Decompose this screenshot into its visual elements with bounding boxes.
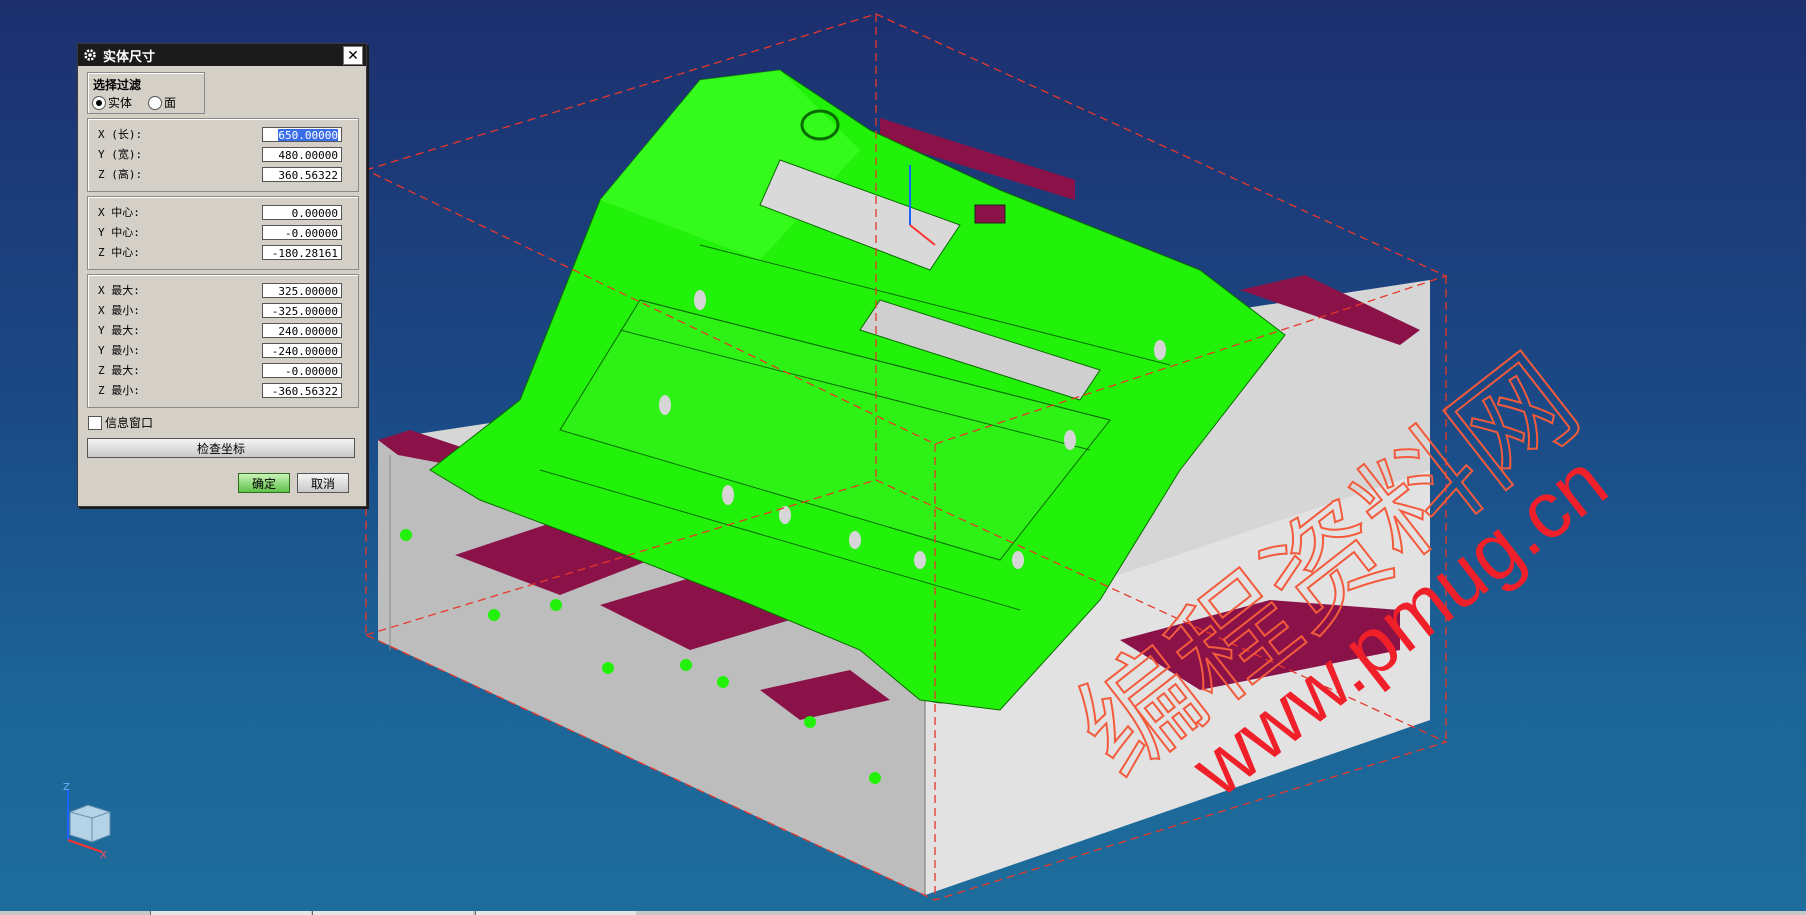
solid-dimensions-dialog: 实体尺寸 ✕ 选择过滤 实体 面 X (长): 650.00000 Y (宽):… bbox=[77, 43, 367, 507]
size-y-label: Y (宽): bbox=[98, 148, 143, 161]
y-min-field[interactable]: -240.00000 bbox=[262, 342, 342, 358]
y-max-field[interactable]: 240.00000 bbox=[262, 322, 342, 338]
triad-z-label: Z bbox=[63, 782, 70, 793]
radio-solid-dot[interactable] bbox=[92, 95, 106, 110]
size-z-field[interactable]: 360.56322 bbox=[262, 166, 342, 182]
dialog-title: 实体尺寸 bbox=[103, 49, 156, 65]
tab-3[interactable] bbox=[475, 911, 636, 915]
view-triad-icon[interactable]: Z X bbox=[63, 782, 111, 861]
x-min-label: X 最小: bbox=[98, 304, 140, 317]
radio-face-label: 面 bbox=[164, 96, 177, 110]
size-x-field[interactable]: 650.00000 bbox=[262, 126, 342, 142]
info-window-checkbox-box[interactable] bbox=[88, 415, 102, 430]
size-y-row: Y (宽): 480.00000 bbox=[98, 144, 350, 164]
cancel-button[interactable]: 取消 bbox=[297, 473, 349, 493]
center-x-label: X 中心: bbox=[98, 206, 140, 219]
radio-solid[interactable]: 实体 bbox=[92, 94, 132, 111]
x-max-row: X 最大: 325.00000 bbox=[98, 280, 350, 300]
selection-filter-title: 选择过滤 bbox=[93, 78, 142, 92]
center-y-row: Y 中心: -0.00000 bbox=[98, 222, 350, 242]
z-min-field[interactable]: -360.56322 bbox=[262, 382, 342, 398]
center-z-row: Z 中心: -180.28161 bbox=[98, 242, 350, 262]
x-max-label: X 最大: bbox=[98, 284, 140, 297]
y-max-label: Y 最大: bbox=[98, 324, 140, 337]
center-y-field[interactable]: -0.00000 bbox=[262, 224, 342, 240]
z-max-label: Z 最大: bbox=[98, 364, 140, 377]
dialog-titlebar[interactable]: 实体尺寸 ✕ bbox=[78, 44, 366, 66]
check-coordinates-button[interactable]: 检查坐标 bbox=[87, 438, 355, 458]
z-max-field[interactable]: -0.00000 bbox=[262, 362, 342, 378]
selection-filter-group: 选择过滤 实体 面 bbox=[87, 72, 205, 114]
center-z-label: Z 中心: bbox=[98, 246, 140, 259]
bottom-tab-strip bbox=[0, 911, 1806, 915]
info-window-checkbox[interactable]: 信息窗口 bbox=[88, 414, 153, 431]
radio-face[interactable]: 面 bbox=[148, 94, 176, 111]
center-x-field[interactable]: 0.00000 bbox=[262, 204, 342, 220]
close-icon[interactable]: ✕ bbox=[343, 46, 363, 65]
center-x-row: X 中心: 0.00000 bbox=[98, 202, 350, 222]
extents-panel: X 最大: 325.00000 X 最小: -325.00000 Y 最大: 2… bbox=[87, 274, 359, 408]
size-panel: X (长): 650.00000 Y (宽): 480.00000 Z (高):… bbox=[87, 118, 359, 192]
z-max-row: Z 最大: -0.00000 bbox=[98, 360, 350, 380]
y-min-row: Y 最小: -240.00000 bbox=[98, 340, 350, 360]
radio-solid-label: 实体 bbox=[108, 96, 133, 110]
x-max-field[interactable]: 325.00000 bbox=[262, 282, 342, 298]
center-y-label: Y 中心: bbox=[98, 226, 140, 239]
z-min-label: Z 最小: bbox=[98, 384, 140, 397]
size-x-row: X (长): 650.00000 bbox=[98, 124, 350, 144]
radio-face-dot[interactable] bbox=[148, 95, 162, 110]
triad-x-label: X bbox=[100, 850, 107, 861]
center-panel: X 中心: 0.00000 Y 中心: -0.00000 Z 中心: -180.… bbox=[87, 196, 359, 270]
size-z-label: Z (高): bbox=[98, 168, 143, 181]
ok-button[interactable]: 确定 bbox=[238, 473, 290, 493]
y-max-row: Y 最大: 240.00000 bbox=[98, 320, 350, 340]
x-min-field[interactable]: -325.00000 bbox=[262, 302, 342, 318]
size-y-field[interactable]: 480.00000 bbox=[262, 146, 342, 162]
size-z-row: Z (高): 360.56322 bbox=[98, 164, 350, 184]
z-min-row: Z 最小: -360.56322 bbox=[98, 380, 350, 400]
x-min-row: X 最小: -325.00000 bbox=[98, 300, 350, 320]
gear-icon[interactable] bbox=[81, 46, 99, 64]
size-x-label: X (长): bbox=[98, 128, 143, 141]
tab-1[interactable] bbox=[150, 911, 311, 915]
y-min-label: Y 最小: bbox=[98, 344, 140, 357]
tab-2[interactable] bbox=[312, 911, 473, 915]
info-window-label: 信息窗口 bbox=[105, 416, 154, 430]
center-z-field[interactable]: -180.28161 bbox=[262, 244, 342, 260]
